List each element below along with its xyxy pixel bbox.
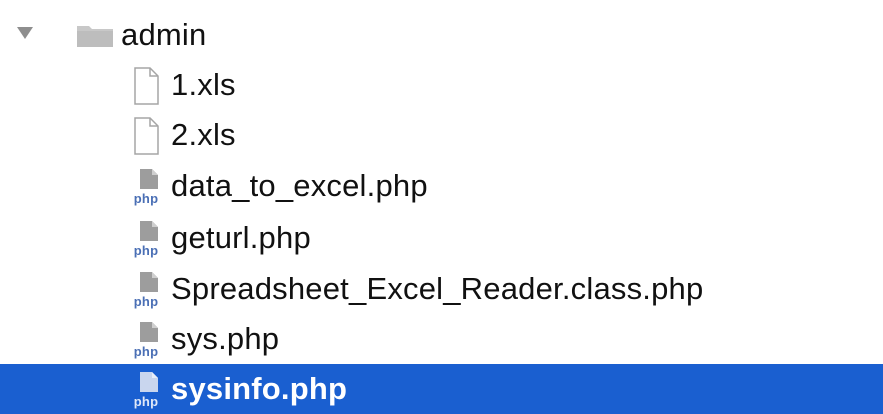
- document-icon: [134, 117, 159, 155]
- file-label: Spreadsheet_Excel_Reader.class.php: [171, 271, 704, 306]
- tree-item-data-to-excel-php[interactable]: php data_to_excel.php: [0, 161, 883, 211]
- disclosure-triangle-icon[interactable]: [17, 27, 33, 39]
- tree-folder-admin[interactable]: admin: [0, 10, 883, 60]
- document-icon: [134, 67, 159, 105]
- php-file-icon: php: [134, 169, 158, 206]
- php-badge-text: php: [134, 243, 158, 258]
- folder-icon: [77, 26, 113, 47]
- file-label: sysinfo.php: [171, 371, 348, 406]
- tree-item-2-xls[interactable]: 2.xls: [0, 110, 883, 160]
- tree-item-sys-php[interactable]: php sys.php: [0, 314, 883, 364]
- file-label: 2.xls: [171, 117, 236, 152]
- file-tree: admin 1.xls 2.xls php data_to_excel.php …: [0, 0, 883, 414]
- file-label: data_to_excel.php: [171, 168, 428, 203]
- folder-label: admin: [121, 17, 207, 52]
- file-label: sys.php: [171, 321, 280, 356]
- php-file-icon: php: [134, 221, 158, 258]
- tree-item-1-xls[interactable]: 1.xls: [0, 60, 883, 110]
- file-label: geturl.php: [171, 220, 311, 255]
- php-file-icon: php: [134, 322, 158, 359]
- php-badge-text: php: [134, 394, 158, 409]
- php-badge-text: php: [134, 191, 158, 206]
- php-file-icon: php: [134, 272, 158, 309]
- file-label: 1.xls: [171, 67, 236, 102]
- php-badge-text: php: [134, 294, 158, 309]
- tree-item-geturl-php[interactable]: php geturl.php: [0, 213, 883, 263]
- tree-item-spreadsheet-excel-reader-php[interactable]: php Spreadsheet_Excel_Reader.class.php: [0, 264, 883, 314]
- tree-item-sysinfo-php[interactable]: php sysinfo.php: [0, 364, 883, 414]
- php-file-icon: php: [134, 372, 158, 409]
- php-badge-text: php: [134, 344, 158, 359]
